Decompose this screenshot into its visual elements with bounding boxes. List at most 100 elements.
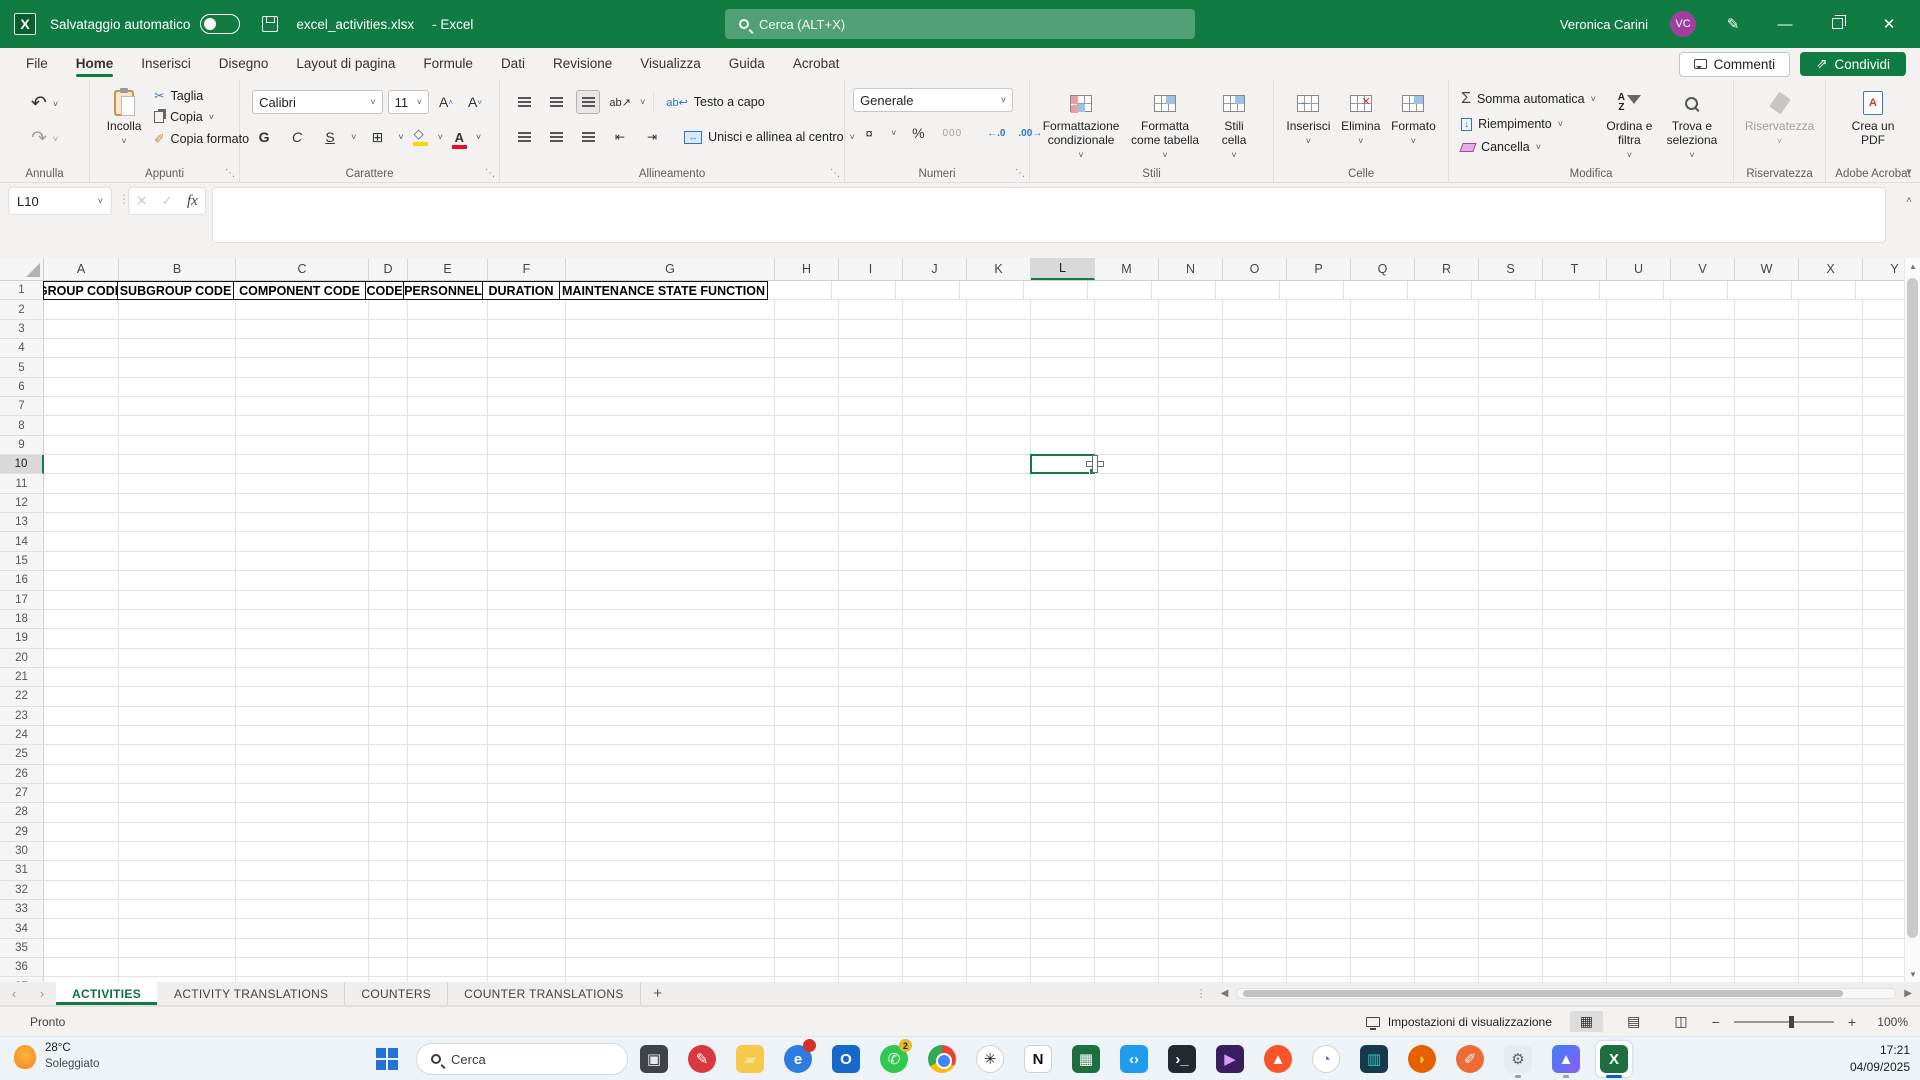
cell-V10[interactable] <box>1671 455 1735 475</box>
shrink-font-button[interactable]: A ˅ <box>463 90 487 114</box>
cell-U36[interactable] <box>1607 958 1671 978</box>
cell-W8[interactable] <box>1735 416 1799 436</box>
cell-D31[interactable] <box>369 861 408 881</box>
cell-S29[interactable] <box>1479 822 1543 842</box>
cell-W27[interactable] <box>1735 783 1799 804</box>
cell-T17[interactable] <box>1543 590 1607 610</box>
cell-N36[interactable] <box>1159 958 1223 978</box>
cell-P8[interactable] <box>1287 416 1351 436</box>
cell-G12[interactable] <box>566 493 775 514</box>
cell-V33[interactable] <box>1671 900 1735 920</box>
close-button[interactable]: ✕ <box>1874 15 1904 33</box>
column-header-P[interactable]: P <box>1287 258 1351 280</box>
cell-X32[interactable] <box>1799 880 1863 900</box>
cell-T11[interactable] <box>1543 474 1607 494</box>
cell-Y33[interactable] <box>1863 900 1904 920</box>
cell-B3[interactable] <box>119 319 236 340</box>
cell-E17[interactable] <box>408 590 488 610</box>
cell-F11[interactable] <box>488 474 566 494</box>
row-header-12[interactable]: 12 <box>0 493 44 514</box>
cell-W23[interactable] <box>1735 706 1799 726</box>
insert-cells-button[interactable]: Inserisci˅ <box>1282 86 1335 148</box>
cell-S7[interactable] <box>1479 397 1543 417</box>
cell-X7[interactable] <box>1799 397 1863 417</box>
cell-D28[interactable] <box>369 803 408 823</box>
cell-U1[interactable] <box>1600 281 1664 301</box>
cell-T32[interactable] <box>1543 880 1607 900</box>
cell-P6[interactable] <box>1287 377 1351 398</box>
cell-D1[interactable]: CODE <box>365 281 404 301</box>
cell-B2[interactable] <box>119 300 236 320</box>
cell-C8[interactable] <box>236 416 369 436</box>
row-header-3[interactable]: 3 <box>0 319 44 340</box>
cell-T31[interactable] <box>1543 861 1607 881</box>
tabs-scroll-right[interactable]: › <box>28 982 56 1005</box>
cell-B33[interactable] <box>119 900 236 920</box>
cell-X16[interactable] <box>1799 571 1863 591</box>
cell-W28[interactable] <box>1735 803 1799 823</box>
row-header-31[interactable]: 31 <box>0 861 44 881</box>
cell-Y1[interactable] <box>1856 281 1904 301</box>
cell-X34[interactable] <box>1799 919 1863 939</box>
cell-E21[interactable] <box>408 667 488 688</box>
menu-tab-acrobat[interactable]: Acrobat <box>781 51 852 78</box>
cell-K12[interactable] <box>967 493 1031 514</box>
cell-Q11[interactable] <box>1351 474 1415 494</box>
cell-O34[interactable] <box>1223 919 1287 939</box>
cell-S16[interactable] <box>1479 571 1543 591</box>
cell-H6[interactable] <box>775 377 839 398</box>
cell-D27[interactable] <box>369 783 408 804</box>
cell-U21[interactable] <box>1607 667 1671 688</box>
cell-V28[interactable] <box>1671 803 1735 823</box>
cell-L25[interactable] <box>1031 745 1095 765</box>
cell-P18[interactable] <box>1287 609 1351 630</box>
cell-S1[interactable] <box>1472 281 1536 301</box>
column-header-X[interactable]: X <box>1799 258 1863 280</box>
cell-V13[interactable] <box>1671 513 1735 533</box>
cell-N30[interactable] <box>1159 841 1223 862</box>
cell-D16[interactable] <box>369 571 408 591</box>
cell-E2[interactable] <box>408 300 488 320</box>
cell-R10[interactable] <box>1415 455 1479 475</box>
cell-O21[interactable] <box>1223 667 1287 688</box>
cell-B20[interactable] <box>119 648 236 668</box>
cell-F10[interactable] <box>488 455 566 475</box>
column-header-L[interactable]: L <box>1031 258 1095 280</box>
cell-P14[interactable] <box>1287 532 1351 552</box>
cell-L15[interactable] <box>1031 551 1095 572</box>
row-header-10[interactable]: 10 <box>0 455 44 475</box>
cell-X27[interactable] <box>1799 783 1863 804</box>
cell-T26[interactable] <box>1543 764 1607 784</box>
cell-T6[interactable] <box>1543 377 1607 398</box>
cell-D23[interactable] <box>369 706 408 726</box>
new-sheet-button[interactable]: + <box>641 982 675 1005</box>
cell-F13[interactable] <box>488 513 566 533</box>
cell-B4[interactable] <box>119 339 236 359</box>
cell-C6[interactable] <box>236 377 369 398</box>
cell-M26[interactable] <box>1095 764 1159 784</box>
cell-W4[interactable] <box>1735 339 1799 359</box>
scroll-down-arrow[interactable]: ▼ <box>1905 966 1920 982</box>
cell-M11[interactable] <box>1095 474 1159 494</box>
cell-V9[interactable] <box>1671 435 1735 456</box>
cell-W1[interactable] <box>1728 281 1792 301</box>
cell-L9[interactable] <box>1031 435 1095 456</box>
cell-I12[interactable] <box>839 493 903 514</box>
cell-K27[interactable] <box>967 783 1031 804</box>
cell-R23[interactable] <box>1415 706 1479 726</box>
cell-K30[interactable] <box>967 841 1031 862</box>
cell-E3[interactable] <box>408 319 488 340</box>
cell-I36[interactable] <box>839 958 903 978</box>
taskbar-app-whatsapp-icon[interactable]: ✆ 2 <box>876 1039 912 1077</box>
cell-D19[interactable] <box>369 629 408 649</box>
underline-dropdown[interactable]: ˅ <box>351 132 356 142</box>
cell-Y9[interactable] <box>1863 436 1904 456</box>
cell-Y22[interactable] <box>1863 687 1904 707</box>
cell-V35[interactable] <box>1671 938 1735 959</box>
cell-E26[interactable] <box>408 764 488 784</box>
cell-G9[interactable] <box>566 435 775 456</box>
cell-C2[interactable] <box>236 300 369 320</box>
cell-U6[interactable] <box>1607 377 1671 398</box>
cell-I16[interactable] <box>839 571 903 591</box>
row-header-25[interactable]: 25 <box>0 745 44 765</box>
